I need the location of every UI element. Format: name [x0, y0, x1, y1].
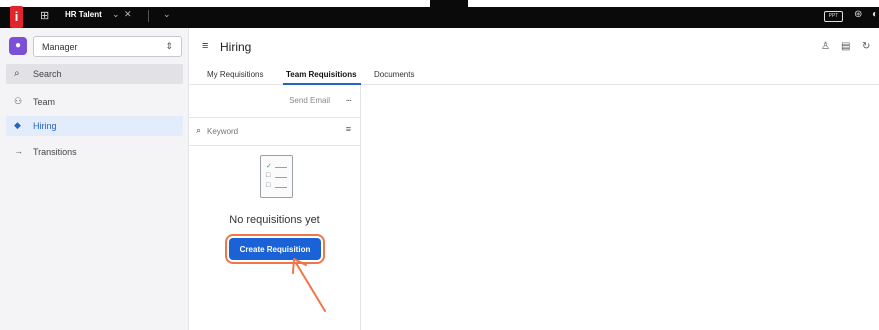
sidebar-search-label: Search: [33, 69, 62, 79]
app-tab-label[interactable]: HR Talent: [65, 10, 102, 19]
tab-bar: My Requisitions Team Requisitions Docume…: [189, 64, 879, 85]
checkbox-icon: □: [266, 182, 271, 189]
updown-chevron-icon: ⇕: [165, 41, 173, 51]
calendar-icon[interactable]: ▤: [841, 41, 850, 52]
keyword-search-input[interactable]: [207, 125, 327, 137]
account-icon[interactable]: ⊛: [854, 9, 862, 20]
divider: [189, 145, 360, 146]
checkbox-icon: □: [266, 172, 271, 179]
create-requisition-button[interactable]: Create Requisition: [229, 238, 321, 260]
ppt-badge[interactable]: PPT: [824, 11, 843, 22]
toolbar-divider: [148, 10, 149, 22]
tab-team-requisitions[interactable]: Team Requisitions: [286, 70, 357, 79]
toolbar-overflow-icon[interactable]: ◐: [872, 9, 878, 20]
top-band: i ⊞ HR Talent ⌄ ✕ ⌄ PPT ⊛ ◐: [0, 0, 879, 28]
sidebar-item-transitions[interactable]: → Transitions: [6, 142, 183, 162]
divider: [189, 117, 360, 118]
role-avatar-icon: ●: [9, 37, 27, 55]
filter-icon[interactable]: ≡: [346, 124, 351, 134]
brand-logo: i: [10, 6, 23, 28]
check-icon: ✓: [266, 163, 272, 170]
arrow-right-icon: →: [14, 146, 23, 156]
search-icon: ⌕: [14, 68, 20, 79]
tab-my-requisitions[interactable]: My Requisitions: [207, 70, 263, 79]
tab-documents[interactable]: Documents: [374, 70, 414, 79]
requisitions-panel: Send Email ... ⌕ ≡ ✓ □ □ No requisitions…: [189, 85, 361, 330]
sidebar-item-label: Team: [33, 97, 56, 107]
sidebar-item-team[interactable]: ⚇ Team: [6, 92, 183, 112]
refresh-icon[interactable]: ↻: [862, 41, 870, 52]
sidebar-search[interactable]: ⌕ Search: [6, 64, 183, 84]
sidebar-item-label: Hiring: [33, 121, 57, 131]
search-icon: ⌕: [196, 125, 202, 135]
sidebar-item-label: Transitions: [33, 147, 77, 157]
app-toolbar: [0, 7, 879, 28]
role-select[interactable]: Manager ⇕: [33, 36, 182, 57]
org-chart-icon[interactable]: ♙: [821, 41, 830, 52]
app-grid-icon[interactable]: ⊞: [40, 10, 52, 22]
hamburger-menu-icon[interactable]: ≡: [202, 40, 208, 52]
sidebar: ● Manager ⇕ ⌕ Search ⚇ Team ◆ Hiring → T…: [0, 28, 189, 330]
team-icon: ⚇: [14, 96, 23, 106]
hiring-icon: ◆: [14, 120, 21, 130]
send-email-button[interactable]: Send Email: [289, 96, 330, 105]
chevron-down-icon[interactable]: ⌄: [112, 9, 120, 20]
more-tabs-chevron-icon[interactable]: ⌄: [163, 9, 171, 20]
empty-checklist-illustration: ✓ □ □: [260, 155, 293, 198]
close-icon[interactable]: ✕: [124, 9, 132, 20]
more-options-icon[interactable]: ...: [346, 93, 352, 104]
role-select-value: Manager: [42, 42, 78, 52]
sidebar-item-hiring[interactable]: ◆ Hiring: [6, 116, 183, 136]
empty-state-message: No requisitions yet: [229, 214, 320, 226]
page-title: Hiring: [220, 40, 252, 54]
